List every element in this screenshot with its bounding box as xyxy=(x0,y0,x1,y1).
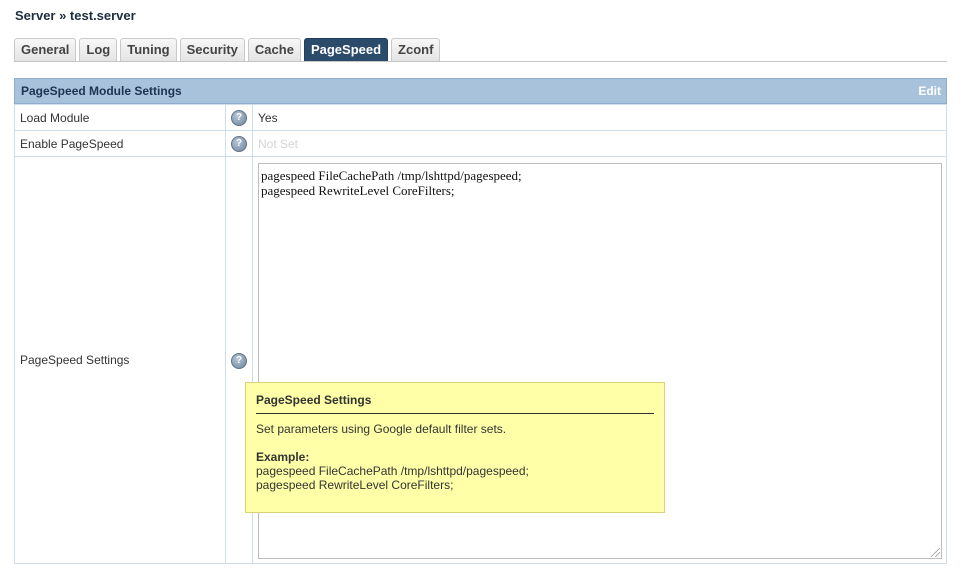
tooltip-example-line: pagespeed RewriteLevel CoreFilters; xyxy=(256,478,454,492)
help-icon[interactable]: ? xyxy=(231,136,247,152)
row-value-enable-pagespeed: Not Set xyxy=(252,130,947,157)
tab-cache[interactable]: Cache xyxy=(247,38,301,61)
resize-handle-icon[interactable] xyxy=(931,548,940,557)
panel-header: PageSpeed Module Settings Edit xyxy=(14,78,947,104)
tooltip-example-line: pagespeed FileCachePath /tmp/lshttpd/pag… xyxy=(256,464,529,478)
breadcrumb: Server » test.server xyxy=(15,8,136,23)
tab-bar: General Log Tuning Security Cache PageSp… xyxy=(14,38,443,61)
row-label-pagespeed-settings: PageSpeed Settings xyxy=(14,156,226,564)
help-icon[interactable]: ? xyxy=(231,352,247,369)
row-label-enable-pagespeed: Enable PageSpeed xyxy=(14,130,226,157)
table-row: Enable PageSpeed ? Not Set xyxy=(14,130,947,157)
tab-general[interactable]: General xyxy=(14,38,77,61)
help-tooltip: PageSpeed Settings Set parameters using … xyxy=(245,382,665,513)
row-value-load-module: Yes xyxy=(252,104,947,131)
tab-security[interactable]: Security xyxy=(179,38,245,61)
tooltip-example-label: Example: xyxy=(256,450,310,464)
row-label-load-module: Load Module xyxy=(14,104,226,131)
tab-zconf[interactable]: Zconf xyxy=(391,38,441,61)
tooltip-description: Set parameters using Google default filt… xyxy=(256,422,507,436)
tooltip-title: PageSpeed Settings xyxy=(256,393,654,414)
edit-link[interactable]: Edit xyxy=(918,79,941,103)
help-icon[interactable]: ? xyxy=(231,110,247,126)
table-row: Load Module ? Yes xyxy=(14,104,947,131)
panel-title: PageSpeed Module Settings xyxy=(21,84,182,98)
tab-tuning[interactable]: Tuning xyxy=(120,38,177,61)
tab-log[interactable]: Log xyxy=(79,38,118,61)
tab-pagespeed[interactable]: PageSpeed xyxy=(303,38,389,61)
tab-divider xyxy=(14,61,947,62)
